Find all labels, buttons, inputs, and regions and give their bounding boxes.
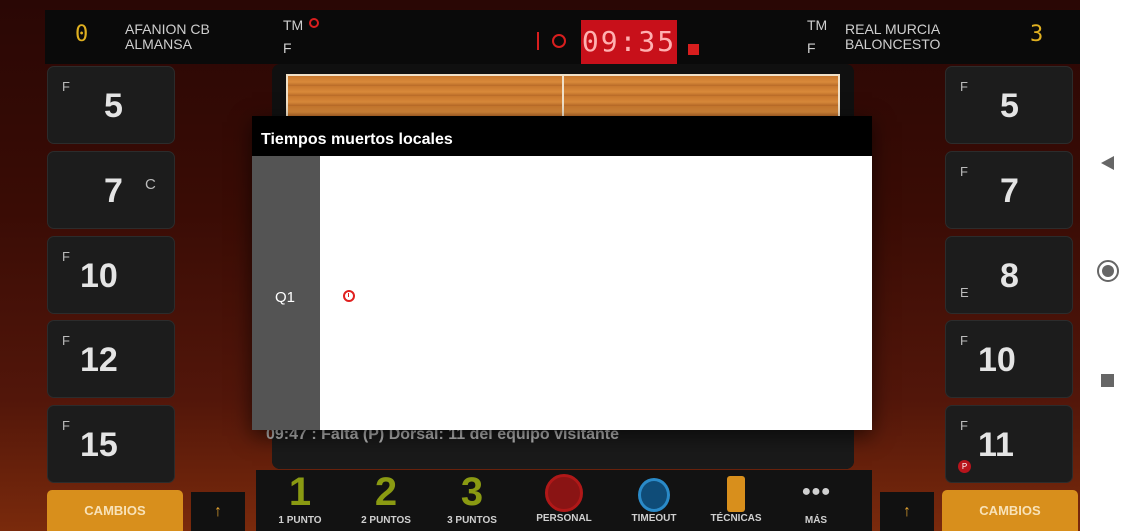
player-number: 5 <box>104 87 123 125</box>
action-bar: 1 1 PUNTO 2 2 PUNTOS 3 3 PUNTOS PERSONAL… <box>256 470 872 531</box>
home-fouls-label: F <box>283 40 292 56</box>
home-player-card[interactable]: F 10 <box>47 236 175 314</box>
home-timeout-icon <box>309 18 319 28</box>
more-dots-icon: ●●● <box>801 483 831 500</box>
player-number: 7 <box>104 172 123 210</box>
timeout-label: TIMEOUT <box>631 513 677 524</box>
game-clock[interactable]: 09:35 <box>581 20 677 64</box>
dialog-title: Tiempos muertos locales <box>252 116 872 156</box>
player-status-tag: F <box>960 164 968 179</box>
personal-foul-badge: P <box>958 460 971 473</box>
technical-label: TÉCNICAS <box>710 513 762 524</box>
away-player-card[interactable]: 8 E <box>945 236 1073 314</box>
home-substitutions-button[interactable]: CAMBIOS <box>47 490 183 531</box>
player-number: 8 <box>1000 257 1019 295</box>
away-expand-arrow-button[interactable]: ↑ <box>880 492 934 531</box>
system-navigation-bar <box>1080 0 1131 531</box>
away-score-display: 3 <box>1030 22 1045 47</box>
possession-indicator-icon <box>688 44 699 55</box>
away-team-name: REAL MURCIA BALONCESTO <box>845 21 941 52</box>
three-points-button[interactable]: 3 3 PUNTOS <box>432 470 512 531</box>
home-player-card[interactable]: 7 C <box>47 151 175 229</box>
two-points-icon: 2 <box>374 470 398 514</box>
player-status-tag: F <box>960 418 968 433</box>
home-timeouts-dialog: Tiempos muertos locales Q1 <box>252 116 872 430</box>
personal-label: PERSONAL <box>536 513 592 524</box>
quarter-column: Q1 <box>252 156 320 430</box>
player-status-tag: F <box>62 79 70 94</box>
game-clock-area[interactable]: 09:35 <box>537 20 677 64</box>
technical-icon <box>727 476 745 512</box>
home-player-card[interactable]: F 12 <box>47 320 175 398</box>
quarter-label: Q1 <box>275 289 296 306</box>
player-status-tag: E <box>960 285 969 300</box>
player-number: 11 <box>978 426 1014 464</box>
player-status-tag: F <box>960 79 968 94</box>
three-points-label: 3 PUNTOS <box>447 515 497 526</box>
home-icon[interactable] <box>1097 260 1119 282</box>
clock-separator <box>537 32 539 50</box>
player-status-tag: F <box>62 333 70 348</box>
timeout-clock-icon <box>343 290 355 302</box>
stopwatch-icon <box>638 478 670 512</box>
one-point-label: 1 PUNTO <box>278 515 322 526</box>
home-timeouts-label: TM <box>283 17 304 33</box>
header-bar: 0 AFANION CB ALMANSA TM F 09:35 TM F REA… <box>45 10 1080 64</box>
scoreboard-app: 0 AFANION CB ALMANSA TM F 09:35 TM F REA… <box>0 0 1080 531</box>
clock-icon <box>552 34 566 48</box>
player-number: 15 <box>80 426 118 464</box>
captain-tag: C <box>145 176 156 193</box>
technical-foul-button[interactable]: TÉCNICAS <box>696 470 776 531</box>
timeout-button[interactable]: TIMEOUT <box>614 470 694 531</box>
two-points-button[interactable]: 2 2 PUNTOS <box>346 470 426 531</box>
away-player-card[interactable]: F 11 P <box>945 405 1073 483</box>
player-number: 12 <box>80 341 118 379</box>
home-player-card[interactable]: F 15 <box>47 405 175 483</box>
one-point-button[interactable]: 1 1 PUNTO <box>260 470 340 531</box>
away-player-card[interactable]: F 10 <box>945 320 1073 398</box>
player-number: 5 <box>1000 87 1019 125</box>
home-score-display: 0 <box>75 22 90 47</box>
away-player-card[interactable]: F 7 <box>945 151 1073 229</box>
away-substitutions-button[interactable]: CAMBIOS <box>942 490 1078 531</box>
home-team-name: AFANION CB ALMANSA <box>125 21 210 52</box>
home-player-card[interactable]: F 5 <box>47 66 175 144</box>
two-points-label: 2 PUNTOS <box>361 515 411 526</box>
player-status-tag: F <box>62 418 70 433</box>
player-number: 10 <box>978 341 1016 379</box>
home-expand-arrow-button[interactable]: ↑ <box>191 492 245 531</box>
three-points-icon: 3 <box>460 470 484 514</box>
back-icon[interactable] <box>1101 156 1114 170</box>
player-number: 7 <box>1000 172 1019 210</box>
away-fouls-label: F <box>807 40 816 56</box>
personal-foul-button[interactable]: PERSONAL <box>524 470 604 531</box>
whistle-icon <box>545 474 583 512</box>
recent-apps-icon[interactable] <box>1101 374 1114 387</box>
one-point-icon: 1 <box>288 470 312 514</box>
player-status-tag: F <box>960 333 968 348</box>
more-label: MÁS <box>804 515 828 526</box>
player-status-tag: F <box>62 249 70 264</box>
player-number: 10 <box>80 257 118 295</box>
more-button[interactable]: ●●● MÁS <box>776 470 856 531</box>
away-timeouts-label: TM <box>807 17 828 33</box>
away-player-card[interactable]: F 5 <box>945 66 1073 144</box>
